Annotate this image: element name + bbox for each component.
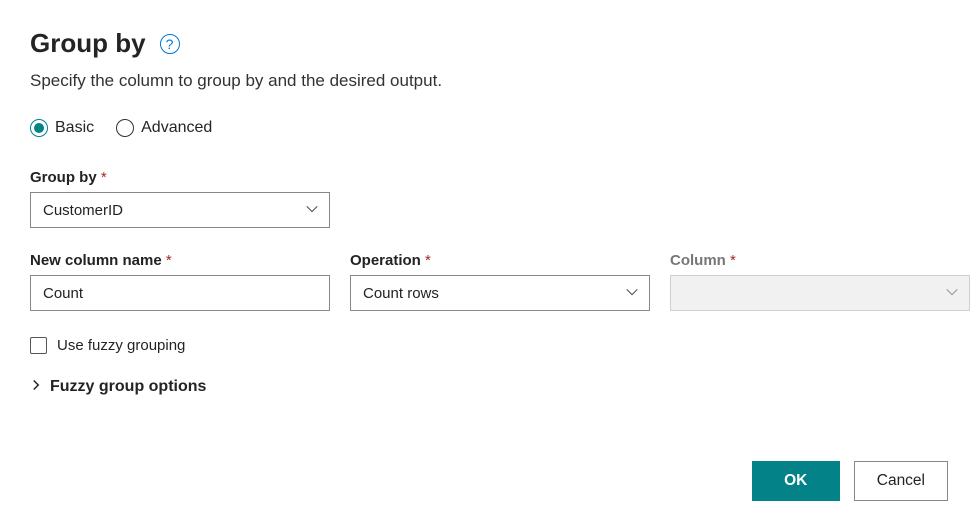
mode-radio-group: Basic Advanced [30, 119, 948, 137]
dialog-header: Group by ? [30, 28, 948, 59]
operation-value: Count rows [363, 285, 439, 302]
required-mark: * [730, 252, 736, 269]
fuzzy-grouping-label: Use fuzzy grouping [57, 337, 185, 354]
new-column-label: New column name * [30, 252, 330, 269]
radio-circle-icon [30, 119, 48, 137]
column-field: Column * [670, 252, 970, 311]
checkbox-box-icon [30, 337, 47, 354]
chevron-down-icon [305, 202, 319, 219]
required-mark: * [101, 169, 107, 186]
dialog-title: Group by [30, 28, 146, 59]
group-by-field: Group by * CustomerID [30, 169, 948, 228]
radio-basic-label: Basic [55, 119, 94, 137]
column-select [670, 275, 970, 311]
required-mark: * [166, 252, 172, 269]
radio-advanced-label: Advanced [141, 119, 212, 137]
radio-dot-icon [34, 123, 44, 133]
new-column-value: Count [43, 285, 83, 302]
column-label: Column * [670, 252, 970, 269]
group-by-label: Group by * [30, 169, 948, 186]
new-column-field: New column name * Count [30, 252, 330, 311]
fuzzy-grouping-checkbox[interactable]: Use fuzzy grouping [30, 337, 948, 354]
fuzzy-options-expander[interactable]: Fuzzy group options [30, 378, 948, 396]
radio-advanced[interactable]: Advanced [116, 119, 212, 137]
radio-circle-icon [116, 119, 134, 137]
aggregation-row: New column name * Count Operation * Coun… [30, 252, 948, 311]
help-icon[interactable]: ? [160, 34, 180, 54]
group-by-label-text: Group by [30, 169, 97, 186]
chevron-down-icon [625, 285, 639, 302]
chevron-down-icon [945, 285, 959, 302]
group-by-select[interactable]: CustomerID [30, 192, 330, 228]
operation-field: Operation * Count rows [350, 252, 650, 311]
group-by-dialog: Group by ? Specify the column to group b… [0, 0, 978, 525]
dialog-footer: OK Cancel [752, 461, 948, 501]
group-by-value: CustomerID [43, 202, 123, 219]
cancel-button[interactable]: Cancel [854, 461, 948, 501]
new-column-label-text: New column name [30, 252, 162, 269]
operation-label: Operation * [350, 252, 650, 269]
new-column-input[interactable]: Count [30, 275, 330, 311]
dialog-subtitle: Specify the column to group by and the d… [30, 71, 948, 91]
ok-button[interactable]: OK [752, 461, 840, 501]
fuzzy-options-label: Fuzzy group options [50, 378, 206, 396]
column-label-text: Column [670, 252, 726, 269]
radio-basic[interactable]: Basic [30, 119, 94, 137]
operation-label-text: Operation [350, 252, 421, 269]
chevron-right-icon [30, 378, 42, 396]
operation-select[interactable]: Count rows [350, 275, 650, 311]
required-mark: * [425, 252, 431, 269]
